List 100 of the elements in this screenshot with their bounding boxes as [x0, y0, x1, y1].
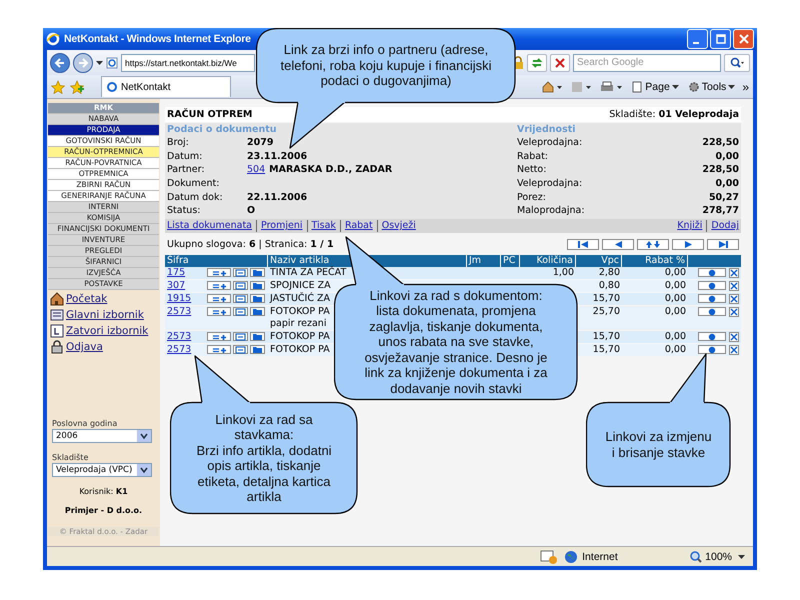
document-link[interactable]: Knjiži	[677, 220, 706, 232]
more-button[interactable]: »	[742, 80, 749, 94]
print-button[interactable]	[598, 80, 624, 92]
sidebar-link[interactable]: Početak	[66, 293, 108, 305]
maximize-button[interactable]	[710, 29, 731, 49]
address-field[interactable]: https://start.netkontakt.biz/We	[121, 54, 255, 72]
label-icon	[235, 332, 246, 341]
security-warning-icon	[540, 550, 558, 564]
home-button[interactable]	[540, 80, 564, 92]
close-icon	[730, 346, 738, 354]
search-button[interactable]	[724, 54, 750, 72]
delete-button[interactable]	[729, 281, 739, 292]
item-info-button[interactable]	[207, 332, 231, 342]
chevron-icon	[137, 430, 151, 442]
item-info-button[interactable]	[207, 294, 231, 304]
delete-button[interactable]	[729, 332, 739, 342]
field-label: Broj:	[167, 136, 190, 150]
item-info-button[interactable]	[207, 281, 231, 290]
sidebar-link[interactable]: Zatvori izbornik	[66, 325, 148, 337]
item-info-button[interactable]	[207, 268, 231, 278]
edit-button[interactable]	[698, 281, 726, 290]
item-info-button[interactable]	[207, 345, 231, 354]
partner-link[interactable]: 504	[247, 163, 266, 178]
item-description-button[interactable]	[233, 294, 248, 304]
feeds-button[interactable]	[569, 80, 594, 92]
item-card-button[interactable]	[250, 281, 265, 290]
delete-button[interactable]	[729, 268, 739, 278]
first-page-button[interactable]	[567, 238, 599, 250]
refresh-icon	[531, 56, 543, 68]
edit-button[interactable]	[698, 345, 726, 354]
item-code-link[interactable]: 2573	[167, 331, 192, 342]
item-info-button[interactable]	[207, 307, 231, 316]
edit-button[interactable]	[698, 268, 726, 278]
printer-icon	[600, 80, 622, 92]
sidebar-link[interactable]: Odjava	[66, 341, 103, 353]
document-link[interactable]: Osvježi	[376, 220, 420, 232]
item-card-button[interactable]	[250, 268, 265, 278]
document-link[interactable]: Promjeni	[256, 220, 306, 232]
dropdown[interactable]: Veleprodaja (VPC)	[52, 463, 152, 477]
caret-icon[interactable]	[738, 554, 745, 558]
close-button[interactable]	[733, 29, 754, 49]
item-card-button[interactable]	[250, 294, 265, 304]
zoom-button[interactable]: 100%	[690, 550, 732, 562]
refresh-button[interactable]	[527, 54, 547, 72]
item-name: TINTA ZA PEČAT	[270, 267, 346, 280]
label-icon	[235, 308, 246, 316]
document-link[interactable]: Rabat	[340, 220, 377, 232]
item-name: FOTOKOP PA	[270, 331, 330, 344]
edit-button[interactable]	[698, 294, 726, 304]
section-title: Podaci o dokumentu	[167, 123, 278, 136]
sidebar-link[interactable]: Glavni izbornik	[66, 309, 144, 321]
browser-tab[interactable]: NetKontakt	[101, 76, 231, 97]
edit-button[interactable]	[698, 307, 726, 316]
next-page-button[interactable]	[672, 238, 704, 250]
item-code-link[interactable]: 1915	[167, 293, 192, 304]
field-value: O	[247, 204, 256, 218]
last-page-button[interactable]	[707, 238, 739, 250]
callout-text: Linkovi za rad s dokumentom: lista dokumenata, promjena zaglavlja, tiskanje dokumenta, unos rabata na sve stavke, osvježavanje stranice. Desno je link za knjiženje dokumenta i za dodavanje novih stavki	[364, 288, 548, 396]
item-card-button[interactable]	[250, 332, 265, 342]
delete-button[interactable]	[729, 345, 739, 356]
item-code-link[interactable]: 307	[167, 280, 186, 292]
caret-icon[interactable]	[96, 60, 103, 64]
document-link[interactable]: Lista dokumenata	[167, 220, 256, 232]
previous-page-button[interactable]	[602, 238, 634, 250]
item-description-button[interactable]	[233, 332, 248, 342]
table-cell: 0,00	[664, 267, 686, 278]
forward-button[interactable]	[73, 52, 93, 72]
table-cell: 15,70	[592, 331, 620, 342]
item-code-link[interactable]: 175	[167, 267, 186, 278]
item-card-button[interactable]	[250, 345, 265, 354]
field-value: MARASKA D.D., ZADAR	[269, 163, 392, 178]
item-description-button[interactable]	[233, 307, 248, 316]
globe-icon	[564, 550, 578, 564]
delete-button[interactable]	[729, 307, 739, 318]
warehouse-label: Skladište: 01 Veleprodaja	[609, 109, 739, 120]
table-cell: 0,00	[664, 306, 686, 318]
field-label: Poslovna godina	[51, 419, 118, 428]
delete-button[interactable]	[729, 294, 739, 304]
item-code-link[interactable]: 2573	[167, 306, 192, 318]
item-description-button[interactable]	[233, 281, 248, 290]
document-link[interactable]: Dodaj	[706, 220, 739, 232]
item-description-button[interactable]	[233, 268, 248, 278]
item-description: papir rezani	[270, 318, 326, 330]
edit-button[interactable]	[698, 332, 726, 342]
item-card-button[interactable]	[250, 307, 265, 316]
item-description-button[interactable]	[233, 345, 248, 354]
tools-menu-button[interactable]: Tools	[686, 80, 738, 92]
stop-button[interactable]	[550, 54, 570, 72]
add-favorite-icon[interactable]	[70, 80, 84, 94]
search-field[interactable]: Search Google	[573, 54, 721, 72]
page-menu-button[interactable]: Page	[629, 80, 681, 92]
favorites-star-icon[interactable]	[51, 80, 65, 94]
item-code-link[interactable]: 2573	[167, 344, 192, 356]
back-button[interactable]	[50, 52, 70, 72]
sort-button[interactable]	[637, 238, 669, 250]
close-icon	[730, 269, 738, 278]
label-icon	[235, 268, 246, 277]
minimize-button[interactable]	[687, 29, 708, 49]
dropdown[interactable]: 2006	[52, 429, 152, 443]
document-link[interactable]: Tisak	[306, 220, 340, 232]
